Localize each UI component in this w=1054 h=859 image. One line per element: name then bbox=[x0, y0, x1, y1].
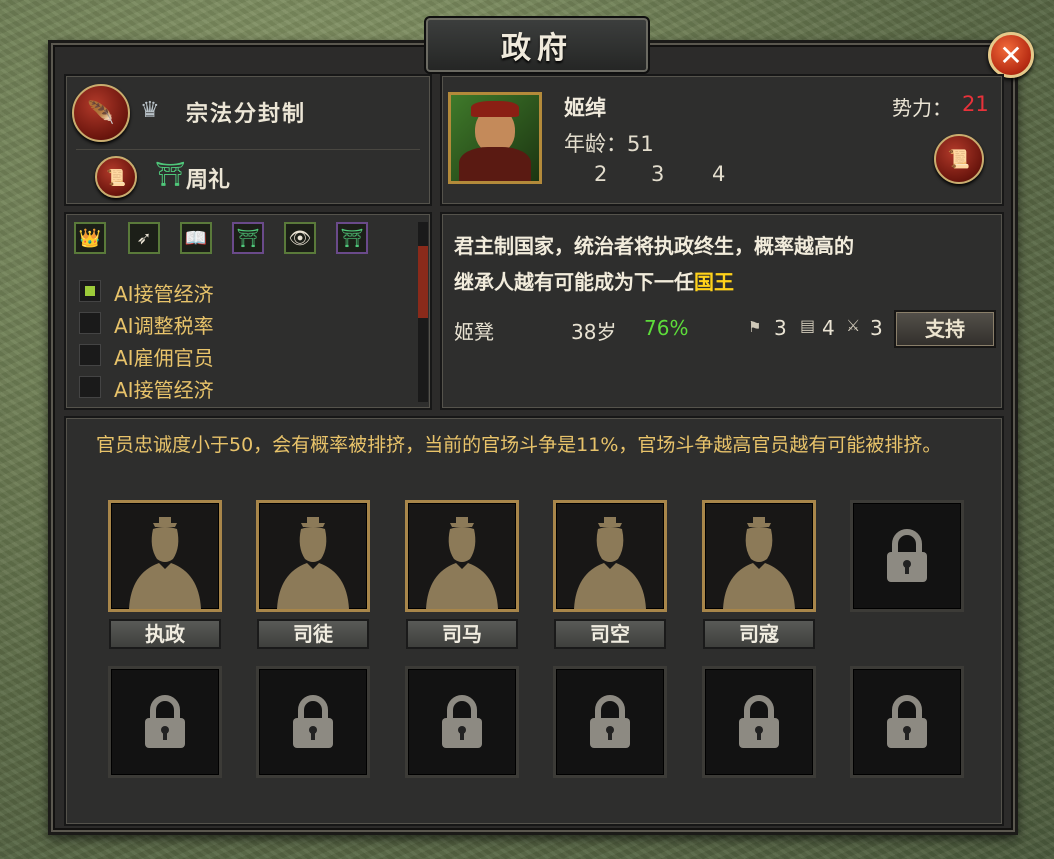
office-label-sikou: 司寇 bbox=[703, 619, 815, 649]
ai-option-1-checkbox[interactable] bbox=[79, 280, 101, 302]
eye-trait-icon[interactable]: 👁 bbox=[284, 222, 316, 254]
office-label-sikong: 司空 bbox=[554, 619, 666, 649]
mask-trait-icon-2[interactable]: ⛩ bbox=[336, 222, 368, 254]
office-slot-situ[interactable] bbox=[256, 500, 370, 612]
crown-icon: ♛ bbox=[140, 98, 160, 123]
book-trait-icon[interactable]: 📖 bbox=[180, 222, 212, 254]
description-line-1: 君主制国家，统治者将执政终生，概率越高的 bbox=[454, 234, 854, 258]
office-slot-zhizheng[interactable] bbox=[108, 500, 222, 612]
ruler-stat-3: 4 bbox=[712, 162, 726, 186]
locked-slot[interactable] bbox=[850, 500, 964, 612]
heir-stat-3: 3 bbox=[870, 316, 883, 340]
official-silhouette-icon bbox=[277, 517, 349, 609]
ai-option-3-label: AI雇佣官员 bbox=[114, 346, 214, 370]
close-button[interactable]: ✕ bbox=[988, 32, 1034, 78]
official-silhouette-icon bbox=[129, 517, 201, 609]
locked-slot[interactable] bbox=[405, 666, 519, 778]
page-title: 政府 bbox=[501, 31, 573, 66]
official-silhouette-icon bbox=[574, 517, 646, 609]
locked-slot[interactable] bbox=[108, 666, 222, 778]
scroll-stat-icon: ▤ bbox=[800, 316, 816, 335]
lock-icon bbox=[293, 695, 333, 748]
heir-age: 38岁 bbox=[571, 320, 617, 344]
power-value: 21 bbox=[962, 92, 989, 116]
ruler-age: 年龄：51 bbox=[564, 132, 654, 156]
lock-icon bbox=[590, 695, 630, 748]
locked-slot[interactable] bbox=[850, 666, 964, 778]
heir-name[interactable]: 姬凳 bbox=[454, 316, 494, 345]
ruler-edict-button[interactable]: 📜 bbox=[934, 134, 984, 184]
heir-probability: 76% bbox=[644, 316, 689, 340]
arrows-trait-icon[interactable]: ➶ bbox=[128, 222, 160, 254]
ai-option-2-checkbox[interactable] bbox=[79, 312, 101, 334]
locked-slot[interactable] bbox=[702, 666, 816, 778]
ruler-portrait[interactable] bbox=[448, 92, 542, 184]
policy-secondary: 周礼 bbox=[186, 168, 231, 193]
heir-stat-1: 3 bbox=[774, 316, 787, 340]
locked-slot[interactable] bbox=[256, 666, 370, 778]
ruler-stat-2: 3 bbox=[651, 162, 665, 186]
heir-stat-2: 4 bbox=[822, 316, 835, 340]
office-slot-sima[interactable] bbox=[405, 500, 519, 612]
ai-option-3-checkbox[interactable] bbox=[79, 344, 101, 366]
close-icon: ✕ bbox=[999, 38, 1023, 72]
office-slot-sikou[interactable] bbox=[702, 500, 816, 612]
official-silhouette-icon bbox=[723, 517, 795, 609]
ruler-name: 姬绰 bbox=[564, 96, 606, 120]
office-label-zhizheng: 执政 bbox=[109, 619, 221, 649]
power-label: 势力： bbox=[892, 96, 952, 120]
law-scroll-button[interactable]: 📜 bbox=[95, 156, 137, 198]
locked-slot[interactable] bbox=[553, 666, 667, 778]
ai-option-4-label: AI接管经济 bbox=[114, 378, 214, 402]
policy-primary: 宗法分封制 bbox=[186, 102, 307, 127]
scroll-icon: 📜 bbox=[106, 167, 126, 187]
ruler-stat-1: 2 bbox=[594, 162, 608, 186]
crown-trait-icon[interactable]: 👑 bbox=[74, 222, 106, 254]
description-line-2-text: 继承人越有可能成为下一任 bbox=[454, 270, 694, 294]
lock-icon bbox=[145, 695, 185, 748]
mask-trait-icon[interactable]: ⛩ bbox=[232, 222, 264, 254]
title-plate: 政府 bbox=[424, 16, 650, 74]
scrollbar-thumb[interactable] bbox=[418, 246, 428, 318]
divider bbox=[76, 149, 420, 150]
office-slot-sikong[interactable] bbox=[553, 500, 667, 612]
scrollbar-track[interactable] bbox=[418, 222, 428, 402]
swords-icon: ⚔ bbox=[846, 316, 861, 335]
lock-icon bbox=[442, 695, 482, 748]
office-label-sima: 司马 bbox=[406, 619, 518, 649]
ai-option-4-checkbox[interactable] bbox=[79, 376, 101, 398]
lock-icon bbox=[887, 695, 927, 748]
officials-notice: 官员忠诚度小于50，会有概率被排挤，当前的官场斗争是11%，官场斗争越高官员越有… bbox=[96, 434, 942, 456]
support-button[interactable]: 支持 bbox=[894, 310, 996, 348]
ritual-mask-icon: ⛩ bbox=[155, 160, 186, 188]
office-label-situ: 司徒 bbox=[257, 619, 369, 649]
ai-option-2-label: AI调整税率 bbox=[114, 314, 214, 338]
official-silhouette-icon bbox=[426, 517, 498, 609]
description-line-2: 继承人越有可能成为下一任国王 bbox=[454, 266, 734, 295]
edict-scroll-icon: 📜 bbox=[947, 148, 971, 170]
military-icon: ⚑ bbox=[748, 318, 762, 336]
lock-icon bbox=[887, 529, 927, 582]
change-policy-button[interactable]: 🪶 bbox=[72, 84, 130, 142]
title-highlight: 国王 bbox=[694, 270, 734, 294]
crown-quill-icon: 🪶 bbox=[87, 100, 115, 126]
ai-option-1-label: AI接管经济 bbox=[114, 282, 214, 306]
lock-icon bbox=[739, 695, 779, 748]
